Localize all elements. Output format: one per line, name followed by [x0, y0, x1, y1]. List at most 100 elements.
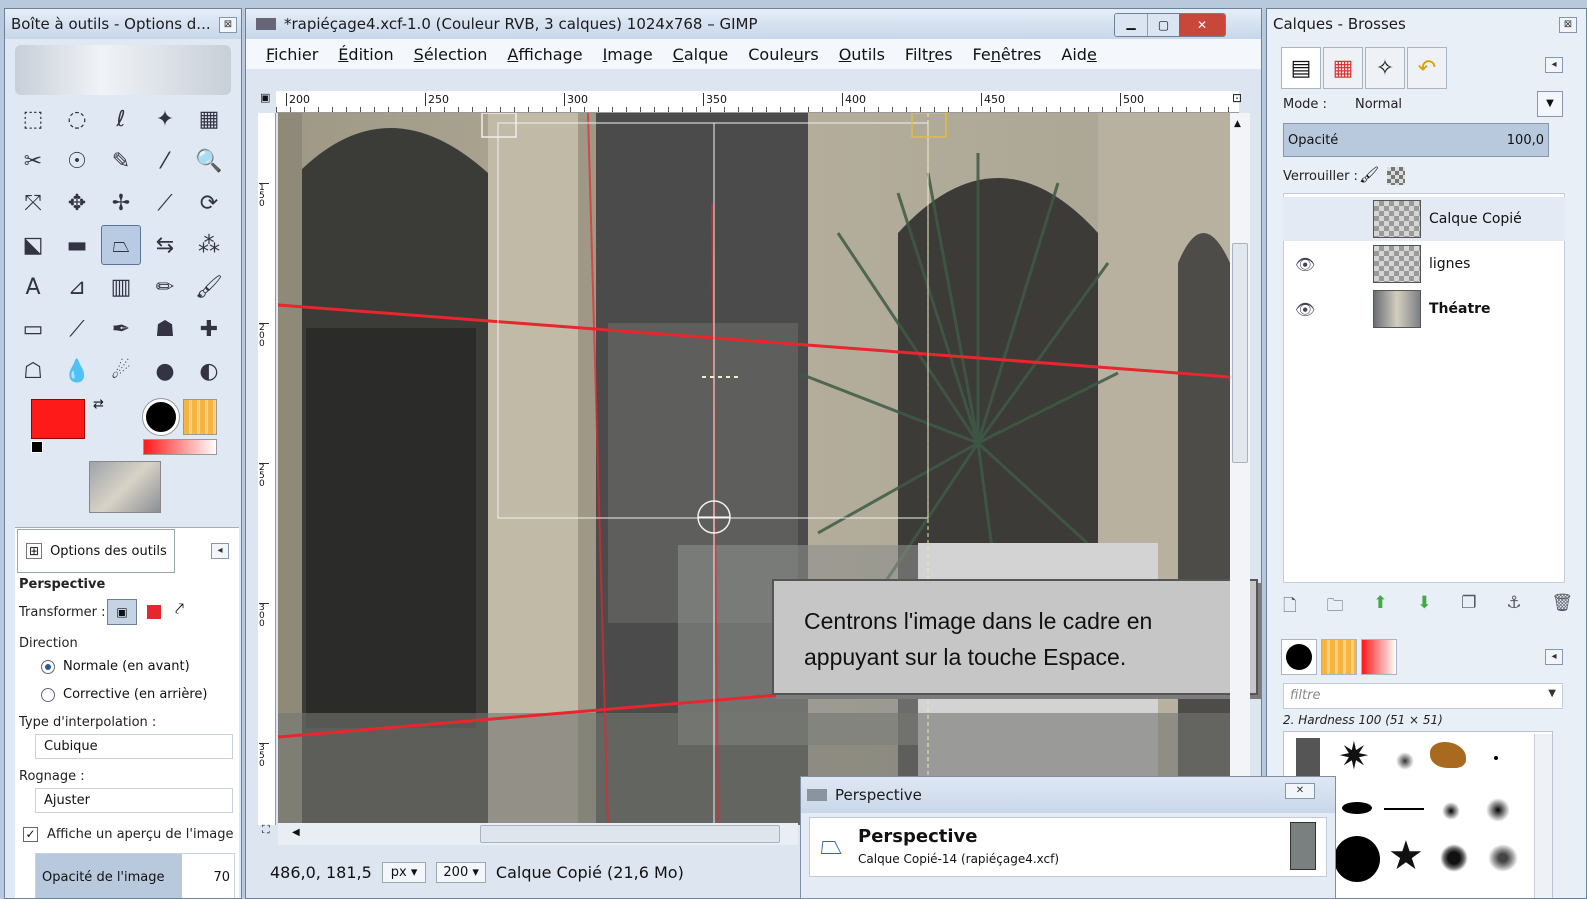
menu-item-9[interactable]: Fenêtres [973, 45, 1042, 64]
zoom-select[interactable]: 200 ▾ [436, 862, 486, 883]
measure-icon[interactable]: ⤧ [13, 183, 53, 223]
filter-dropdown-icon[interactable]: ▼ [1548, 688, 1556, 699]
layer-row[interactable]: Calque Copié [1283, 197, 1565, 241]
tab-tool-options[interactable]: ⊞ Options des outils [17, 529, 175, 573]
navigate-icon[interactable]: ⛶ [262, 823, 270, 837]
menu-item-8[interactable]: Filtres [905, 45, 953, 64]
foreground-select-icon[interactable]: ☉ [57, 141, 97, 181]
menu-item-2[interactable]: Sélection [414, 45, 488, 64]
zoom-navigate-icon[interactable]: ⊡ [1232, 91, 1242, 105]
layer-row[interactable]: 👁 Théatre [1283, 287, 1565, 331]
direction-radio-0[interactable]: Normale (en avant) [41, 659, 190, 674]
color-select-icon[interactable]: ▦ [189, 99, 229, 139]
menu-item-0[interactable]: Fichier [266, 45, 318, 64]
tab-layers[interactable]: ▤ [1281, 47, 1321, 89]
anchor-layer-icon[interactable]: ⚓ [1506, 593, 1521, 622]
scale-icon[interactable]: ⬕ [13, 225, 53, 265]
active-image-thumbnail[interactable] [89, 461, 161, 513]
color-picker-icon[interactable]: ⁄ [145, 141, 185, 181]
flip-icon[interactable]: ⇆ [145, 225, 185, 265]
dock-menu-icon[interactable]: ◂ [1545, 57, 1563, 73]
horizontal-scrollbar[interactable]: ◀ [278, 823, 798, 845]
brush-preview-icon[interactable] [142, 398, 180, 436]
rotate-icon[interactable]: ⟳ [189, 183, 229, 223]
foreground-color-swatch[interactable] [31, 399, 85, 439]
menu-item-1[interactable]: Édition [338, 45, 393, 64]
mode-select[interactable]: Normal [1355, 97, 1402, 112]
burn-icon[interactable]: ◐ [189, 351, 229, 391]
clone-icon[interactable]: ☗ [145, 309, 185, 349]
bucket-fill-icon[interactable]: ⊿ [57, 267, 97, 307]
ellipse-select-icon[interactable]: ◌ [57, 99, 97, 139]
default-colors-icon[interactable] [31, 441, 43, 453]
crop-icon[interactable]: ⟋ [145, 183, 185, 223]
menu-item-3[interactable]: Affichage [507, 45, 582, 64]
image-canvas[interactable] [278, 113, 1230, 825]
mode-dropdown-icon[interactable]: ▼ [1537, 91, 1563, 117]
vertical-scrollbar[interactable]: ▲ [1230, 113, 1250, 825]
move-icon[interactable]: ✥ [57, 183, 97, 223]
transform-layer-icon[interactable]: ▣ [107, 599, 137, 625]
perspective-icon[interactable]: ⏢ [101, 225, 141, 265]
pattern-preview-icon[interactable] [183, 399, 217, 435]
brush-item[interactable]: ★ [1388, 834, 1424, 878]
lock-alpha-icon[interactable] [1387, 167, 1405, 185]
direction-radio-1[interactable]: Corrective (en arrière) [41, 687, 208, 702]
zoom-icon[interactable]: 🔍 [189, 141, 229, 181]
brush-item[interactable] [1494, 756, 1498, 760]
perspective-close-icon[interactable]: ✕ [1285, 783, 1315, 799]
paths-icon[interactable]: ✎ [101, 141, 141, 181]
airbrush-icon[interactable]: ⟋ [57, 309, 97, 349]
menu-item-5[interactable]: Calque [673, 45, 729, 64]
new-layer-group-icon[interactable]: 🗀 [1326, 593, 1343, 622]
scissors-icon[interactable]: ✂ [13, 141, 53, 181]
scroll-left-icon[interactable]: ◀ [292, 827, 300, 838]
brush-item[interactable] [1488, 844, 1518, 872]
gradient-icon[interactable]: ▥ [101, 267, 141, 307]
scroll-up-icon[interactable]: ▲ [1234, 119, 1241, 129]
brush-filter-input[interactable]: filtre ▼ [1283, 683, 1563, 709]
swap-colors-icon[interactable]: ⇄ [93, 397, 104, 412]
preview-checkbox[interactable]: ✓ [23, 827, 38, 842]
brush-item[interactable] [1430, 742, 1466, 768]
unit-select[interactable]: px ▾ [381, 862, 427, 883]
brush-item[interactable]: ✷ [1338, 736, 1370, 776]
transform-selection-icon[interactable] [147, 605, 161, 619]
panel-menu-icon[interactable]: ◂ [211, 543, 229, 559]
image-opacity-slider[interactable]: Opacité de l'image 70 [35, 853, 235, 898]
tab-paths[interactable]: ✧ [1365, 47, 1405, 89]
brush-scrollbar[interactable] [1534, 734, 1552, 898]
brush-item[interactable] [1334, 836, 1380, 882]
layer-row[interactable]: 👁 lignes [1283, 242, 1565, 286]
brush-dock-menu-icon[interactable]: ◂ [1545, 649, 1563, 665]
brush-item[interactable] [1486, 798, 1510, 822]
menu-item-7[interactable]: Outils [839, 45, 885, 64]
vertical-scroll-thumb[interactable] [1232, 243, 1248, 463]
menu-item-6[interactable]: Couleurs [748, 45, 818, 64]
transform-path-icon[interactable]: ⤤ [175, 599, 184, 619]
new-layer-icon[interactable]: 🗋 [1283, 593, 1297, 622]
dodge-icon[interactable]: ● [145, 351, 185, 391]
lock-pixels-icon[interactable]: 🖌 [1359, 165, 1379, 184]
quick-mask-icon[interactable]: ▣ [260, 91, 270, 104]
dock-close-icon[interactable]: ⊠ [1559, 17, 1577, 33]
blur-icon[interactable]: 💧 [57, 351, 97, 391]
gradient-preview-icon[interactable] [143, 439, 217, 455]
clipping-select[interactable]: Ajuster [35, 788, 233, 813]
brush-item[interactable] [1384, 808, 1424, 810]
ink-icon[interactable]: ✒ [101, 309, 141, 349]
brush-item[interactable] [1442, 802, 1460, 820]
layer-opacity-slider[interactable]: Opacité 100,0 [1283, 123, 1549, 157]
text-icon[interactable]: A [13, 267, 53, 307]
brush-item[interactable] [1342, 802, 1372, 814]
menu-item-10[interactable]: Aide [1061, 45, 1096, 64]
horizontal-ruler[interactable]: 200 250 300 350 400 450 500 [276, 91, 1239, 113]
pencil-icon[interactable]: ✏ [145, 267, 185, 307]
shear-icon[interactable]: ▬ [57, 225, 97, 265]
brush-item[interactable] [1440, 844, 1468, 872]
close-window-icon[interactable]: ✕ [1179, 14, 1225, 36]
paintbrush-icon[interactable]: 🖌 [189, 267, 229, 307]
cage-icon[interactable]: ⁂ [189, 225, 229, 265]
menu-item-4[interactable]: Image [603, 45, 653, 64]
visibility-eye-icon[interactable]: 👁 [1295, 300, 1315, 319]
